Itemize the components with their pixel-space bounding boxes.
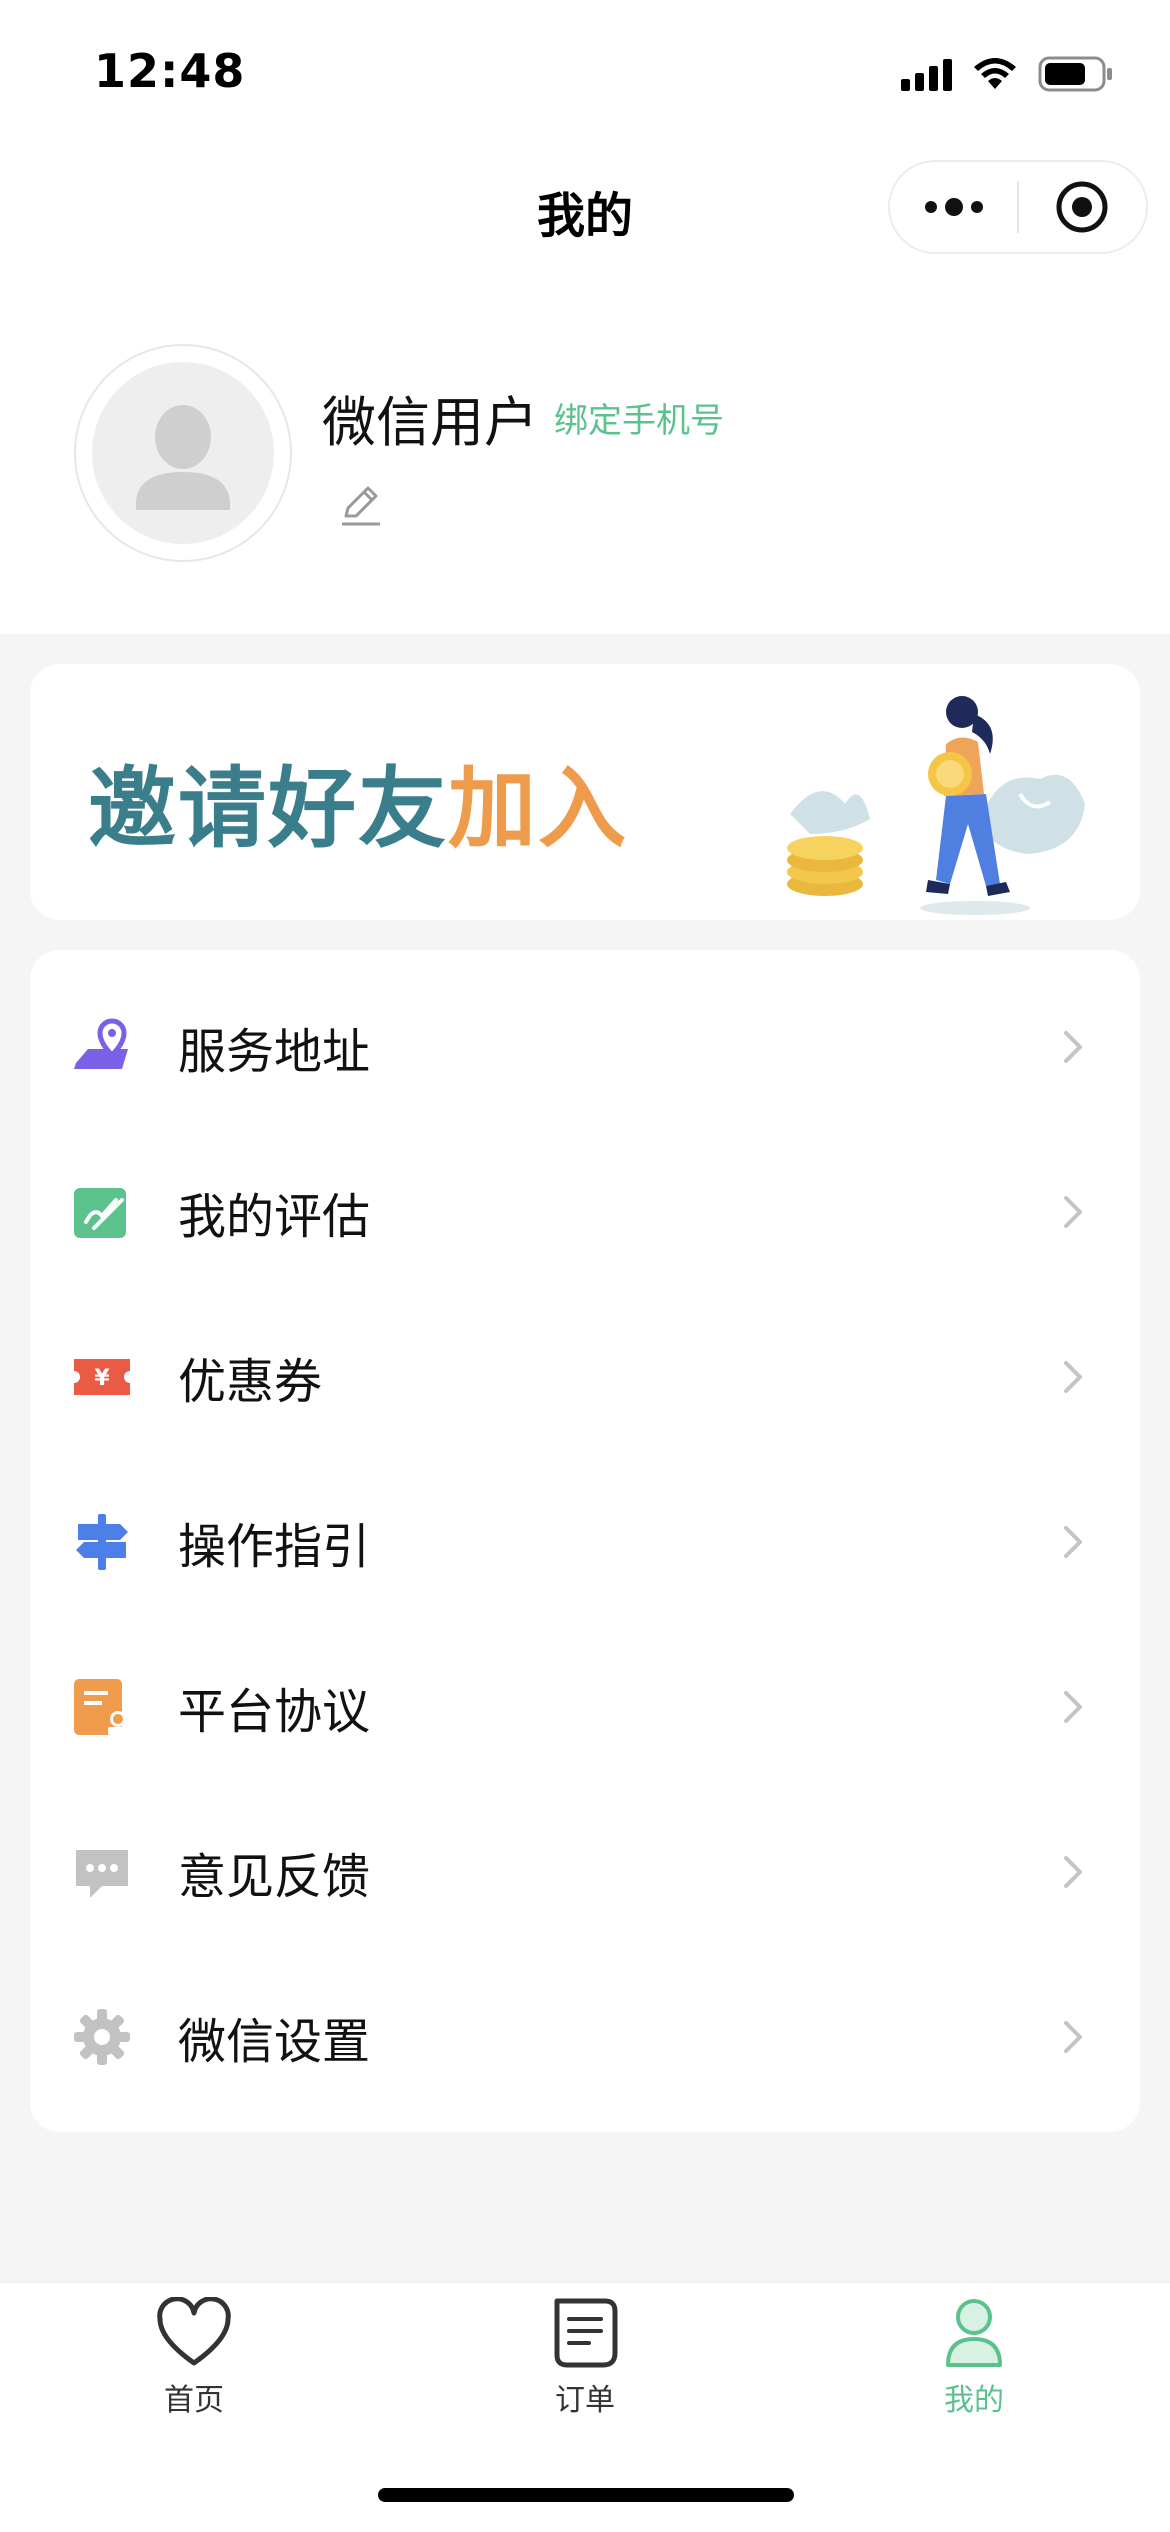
cellular-signal-icon [901,57,952,91]
signpost-icon [76,1513,128,1570]
menu-item-label: 平台协议 [178,1683,371,1740]
username: 微信用户 [322,391,538,454]
tab-home[interactable]: 首页 [74,2297,314,2437]
banner-text-join: 加入 [448,757,629,860]
menu-item-label: 意见反馈 [178,1848,371,1905]
menu-item-operation-guide[interactable]: 操作指引 [30,1459,1140,1624]
chevron-right-icon [1064,1195,1082,1228]
chevron-right-icon [1064,1525,1082,1558]
invite-friends-banner[interactable]: 邀请好友加入 [30,664,1140,920]
menu-item-label: 我的评估 [178,1188,371,1245]
tab-label: 我的 [944,2383,1004,2418]
status-time: 12:48 [94,44,246,98]
chevron-right-icon [1064,1360,1082,1393]
menu-item-platform-agreement[interactable]: 平台协议 [30,1624,1140,1789]
status-icons [901,52,1114,96]
edit-pencil-icon[interactable] [336,480,384,528]
chevron-right-icon [1064,1030,1082,1063]
order-list-icon [554,2298,618,2368]
menu-item-service-address[interactable]: 服务地址 [30,964,1140,1129]
menu-item-label: 微信设置 [178,2013,371,2070]
menu-item-wechat-settings[interactable]: 微信设置 [30,1954,1140,2119]
map-pin-icon [74,1017,128,1069]
banner-text: 邀请好友加入 [88,738,628,865]
tab-mine[interactable]: 我的 [854,2297,1094,2437]
menu-item-label: 操作指引 [178,1518,371,1575]
more-button[interactable] [890,162,1017,252]
document-icon [74,1678,130,1735]
menu-item-label: 服务地址 [178,1023,371,1080]
home-indicator [378,2488,794,2502]
heart-icon [157,2297,231,2366]
person-icon [946,2299,1002,2367]
avatar[interactable] [74,344,292,562]
edit-note-icon [74,1187,126,1238]
chat-bubble-icon [76,1849,128,1898]
chevron-right-icon [1064,1690,1082,1723]
mini-program-capsule [888,160,1148,254]
menu-item-my-assessment[interactable]: 我的评估 [30,1129,1140,1294]
menu-item-feedback[interactable]: 意见反馈 [30,1789,1140,1954]
wifi-icon [974,58,1016,89]
target-circle-icon [1056,181,1108,233]
coupon-icon: ¥ [74,1358,130,1395]
gear-icon [74,2008,130,2065]
more-dots-icon [924,198,983,216]
svg-text:¥: ¥ [94,1366,110,1391]
chevron-right-icon [1064,2020,1082,2053]
person-silhouette-icon [136,405,230,510]
menu-list: 服务地址 我的评估 ¥ 优惠券 操作指引 平台协议 意见反馈 微信设置 [30,950,1140,2132]
bind-phone-link[interactable]: 绑定手机号 [554,393,724,442]
default-avatar-image [92,362,274,544]
banner-text-invite: 邀请好友 [88,757,449,860]
tab-orders[interactable]: 订单 [465,2297,705,2437]
tab-label: 订单 [555,2383,615,2418]
banner-illustration [787,696,1085,915]
battery-icon [1038,56,1112,92]
menu-item-label: 优惠券 [178,1353,323,1410]
close-mini-program-button[interactable] [1019,162,1146,252]
chevron-right-icon [1064,1855,1082,1888]
tab-label: 首页 [164,2383,224,2418]
menu-item-coupon[interactable]: ¥ 优惠券 [30,1294,1140,1459]
